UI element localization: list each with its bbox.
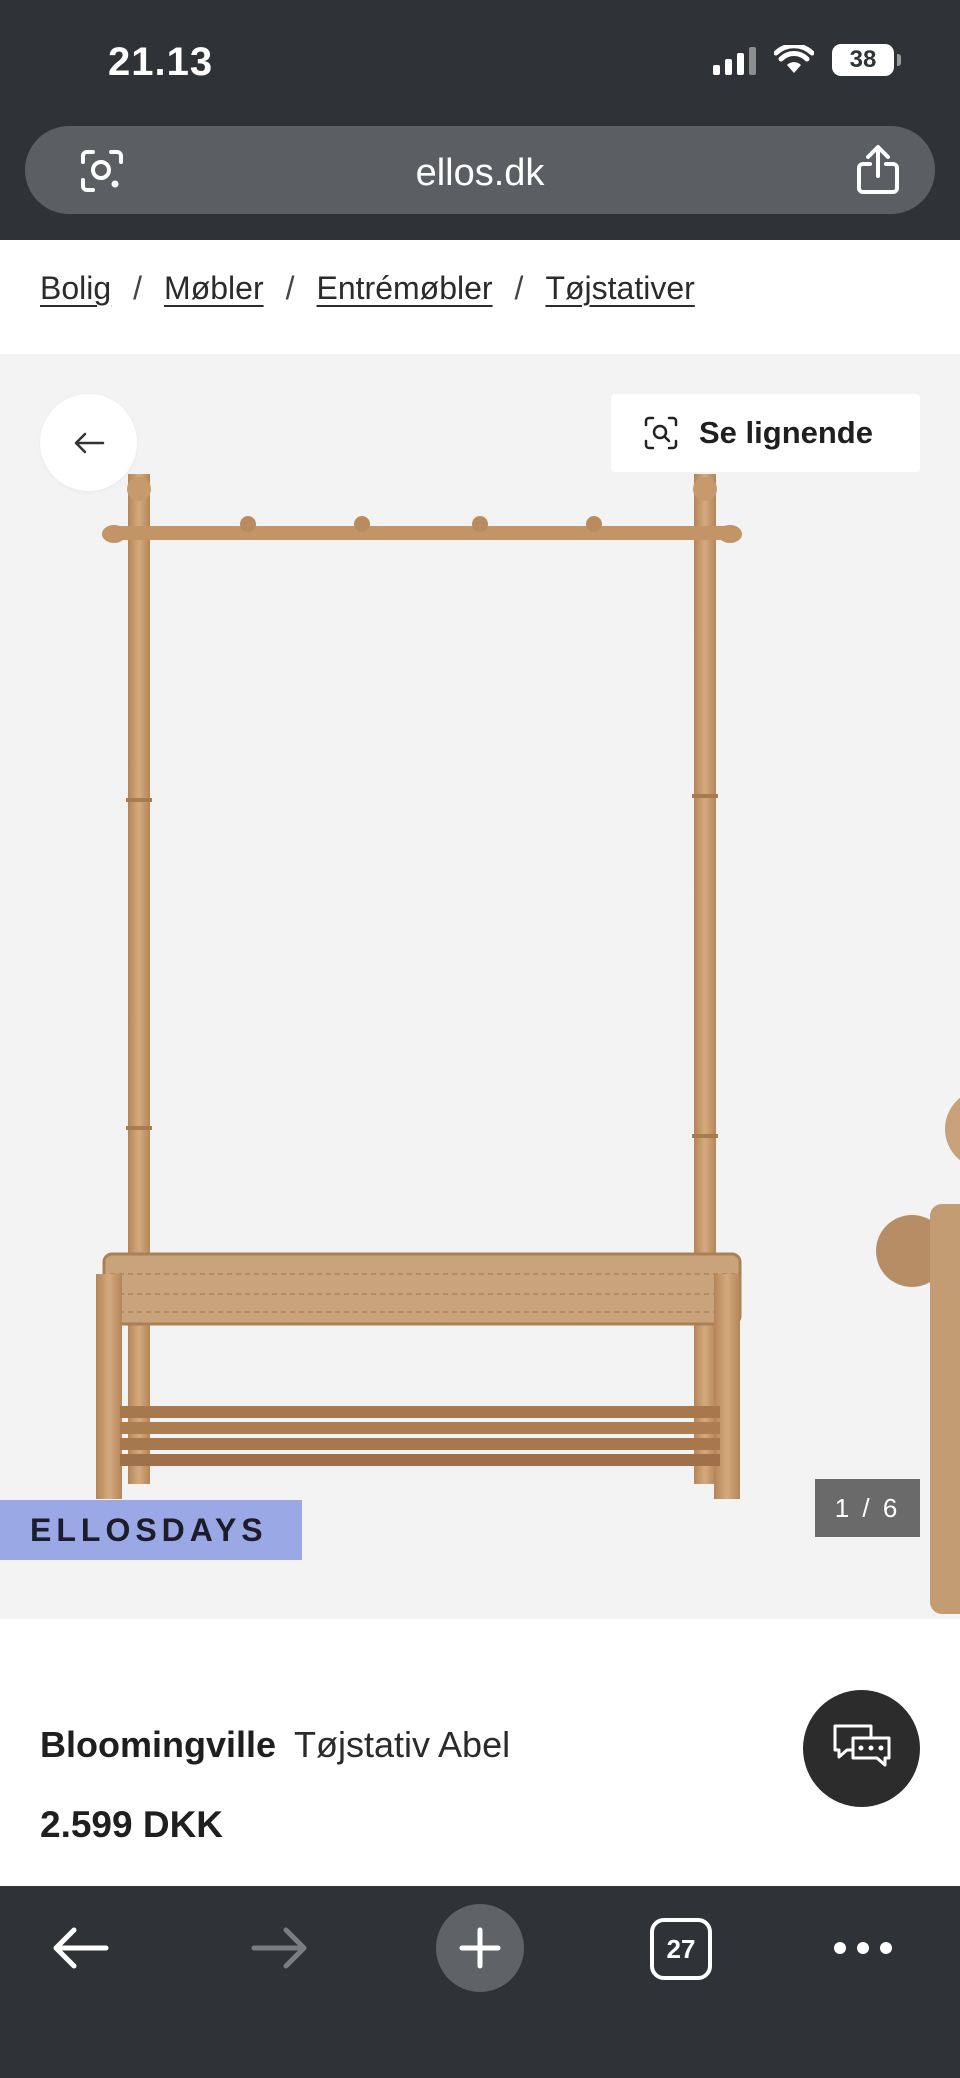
product-name: Tøjstativ Abel xyxy=(294,1724,511,1765)
browser-forward-button[interactable] xyxy=(240,1908,320,1988)
tab-count: 27 xyxy=(666,1933,696,1964)
status-time: 21.13 xyxy=(108,40,214,84)
visual-search-icon xyxy=(644,416,678,450)
status-icons: 38 xyxy=(713,44,901,76)
product-title: Bloomingville Tøjstativ Abel xyxy=(40,1724,510,1766)
browser-back-button[interactable] xyxy=(40,1908,120,1988)
breadcrumb-item-tojstativer[interactable]: Tøjstativer xyxy=(545,270,694,307)
browser-url-area: ellos.dk xyxy=(0,118,960,240)
breadcrumb-item-bolig[interactable]: Bolig xyxy=(40,270,111,307)
chat-button[interactable] xyxy=(803,1690,920,1807)
breadcrumb-separator: / xyxy=(285,270,295,306)
breadcrumb: Bolig / Møbler / Entrémøbler / Tøjstativ… xyxy=(40,270,695,307)
breadcrumb-separator: / xyxy=(514,270,524,306)
more-button[interactable] xyxy=(830,1908,896,1988)
url-bar[interactable]: ellos.dk xyxy=(25,126,935,214)
tabs-button[interactable]: 27 xyxy=(650,1918,712,1980)
breadcrumb-separator: / xyxy=(133,270,143,306)
promo-badge: ELLOSDAYS xyxy=(0,1500,302,1560)
signal-icon xyxy=(713,45,756,75)
see-similar-label: Se lignende xyxy=(699,415,873,450)
breadcrumb-item-entremobler[interactable]: Entrémøbler xyxy=(317,270,493,307)
see-similar-button[interactable]: Se lignende xyxy=(611,394,920,472)
product-price: 2.599 DKK xyxy=(40,1804,224,1845)
forward-arrow-icon xyxy=(251,1927,307,1969)
battery-icon: 38 xyxy=(832,44,901,76)
chat-icon xyxy=(833,1724,890,1766)
product-image[interactable] xyxy=(0,354,960,1619)
new-tab-button[interactable] xyxy=(436,1904,524,1992)
arrow-left-icon xyxy=(74,432,104,453)
breadcrumb-item-mobler[interactable]: Møbler xyxy=(164,270,264,307)
back-arrow-icon xyxy=(53,1927,109,1969)
status-bar: 21.13 38 xyxy=(0,0,960,118)
gallery-back-button[interactable] xyxy=(40,394,137,491)
browser-toolbar: 27 xyxy=(0,1886,960,2078)
wifi-icon xyxy=(774,45,814,73)
product-gallery[interactable]: Se lignende ELLOSDAYS 1 / 6 xyxy=(0,354,960,1619)
plus-icon xyxy=(459,1927,501,1969)
url-text: ellos.dk xyxy=(415,152,545,194)
battery-level: 38 xyxy=(849,46,877,73)
product-brand[interactable]: Bloomingville xyxy=(40,1724,276,1765)
share-icon[interactable] xyxy=(855,144,901,196)
more-icon xyxy=(834,1942,892,1954)
image-counter: 1 / 6 xyxy=(815,1479,920,1537)
